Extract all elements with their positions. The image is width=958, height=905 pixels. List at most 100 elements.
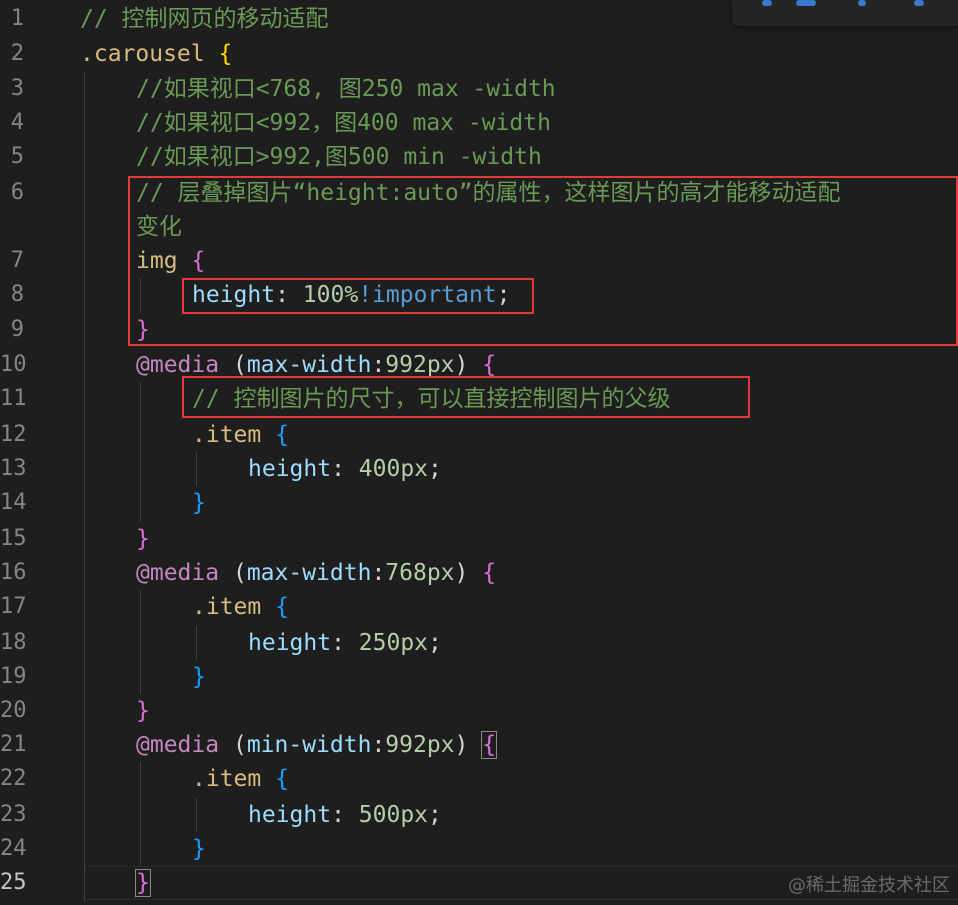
line-number: 2 [10,41,24,66]
line-number: 25 [0,870,27,895]
code-token: 250px [358,630,429,656]
line-code: } [192,660,206,694]
code-line[interactable]: 4 //如果视口<992，图400 max -width [0,106,958,140]
line-number: 3 [10,76,24,101]
code-line[interactable]: 12 .item { [0,418,958,452]
code-line[interactable]: 7 img { [0,244,958,278]
code-token: } [192,490,206,516]
code-token: height [248,630,332,656]
code-line[interactable]: 22 .item { [0,762,958,796]
code-token: height [248,456,332,482]
line-number: 17 [0,594,27,619]
widget-icon[interactable] [858,0,866,6]
line-code: height: 250px; [248,626,442,660]
code-line[interactable]: 21 @media (min-width:992px) { [0,728,958,762]
widget-icon[interactable] [762,0,772,6]
line-code: @media (max-width:768px) { [136,556,496,590]
code-token: } [136,317,150,343]
line-number: 10 [0,352,27,377]
line-number: 14 [0,490,27,515]
line-code: // 控制网页的移动适配 [80,2,329,36]
code-line[interactable]: 11 // 控制图片的尺寸，可以直接控制图片的父级 [0,382,958,416]
line-code: height: 500px; [248,798,442,832]
code-line[interactable]: 23 height: 500px; [0,798,958,832]
code-token: : [371,732,386,758]
code-token: ( [232,560,247,586]
floating-toolbar-widget[interactable] [732,0,958,26]
code-token: { [275,766,289,792]
code-token: { [482,560,497,586]
code-token: } [135,869,151,897]
code-line[interactable]: 3 //如果视口<768, 图250 max -width [0,72,958,106]
code-line[interactable]: 10 @media (max-width:992px) { [0,348,958,382]
widget-icon[interactable] [914,0,924,6]
code-editor[interactable]: 1 // 控制网页的移动适配 2 .carousel { 3 //如果视口<768, 图2… [0,0,958,905]
line-code: //如果视口>992,图500 min -width [136,140,542,174]
code-line[interactable]: 5 //如果视口>992,图500 min -width [0,140,958,174]
code-token: @media [136,560,220,586]
code-line[interactable]: 16 @media (max-width:768px) { [0,556,958,590]
code-line[interactable]: 19} [0,660,958,694]
line-number: 23 [0,802,27,827]
code-token: img [136,248,178,274]
code-token: : [331,456,359,482]
code-line[interactable]: 20} [0,694,958,728]
line-number: 18 [0,630,27,655]
line-number: 11 [0,386,27,411]
code-line[interactable]: 9} [0,313,958,347]
line-number: 7 [10,248,24,273]
line-number: 12 [0,422,27,447]
code-token: 992px [385,352,455,378]
code-line[interactable]: 24} [0,832,958,866]
line-number: 5 [10,144,24,169]
code-token: 992px [385,732,455,758]
line-number: 1 [10,6,24,31]
line-number: 16 [0,560,27,585]
code-token: { [191,248,206,274]
code-token: height [192,282,276,308]
code-token: height [248,802,332,828]
line-number: 9 [10,317,24,342]
line-code: height: 400px; [248,452,442,486]
code-token: //如果视口<768, 图250 max -width [136,76,556,102]
code-line[interactable]: 17 .item { [0,590,958,624]
code-token: ( [232,352,247,378]
code-token: @media [136,732,220,758]
line-number: 6 [10,180,24,205]
code-token: : [371,560,386,586]
line-number: 19 [0,664,27,689]
code-token: { [481,731,498,759]
code-line[interactable]: 2 .carousel { [0,37,958,71]
line-code: .item { [192,418,289,452]
code-token: ; [428,802,442,828]
line-number: 15 [0,526,27,551]
code-line[interactable]: 8 height: 100%!important; [0,278,958,312]
code-line[interactable]: 15} [0,522,958,556]
code-token: ( [232,732,247,758]
code-token: 100% [302,282,359,308]
code-token: : [371,352,386,378]
line-code: @media (min-width:992px) { [136,728,498,762]
widget-icon[interactable] [796,0,816,6]
code-line[interactable]: 18 height: 250px; [0,626,958,660]
line-code: .carousel { [80,37,232,71]
code-token: { [482,352,497,378]
line-number: 13 [0,456,27,481]
code-token: ) [454,560,469,586]
code-token: } [192,836,206,862]
code-line[interactable]: 14} [0,486,958,520]
code-token: //如果视口>992,图500 min -width [136,144,542,170]
code-token: { [275,594,289,620]
code-line[interactable]: 6 // 层叠掉图片“height:auto”的属性，这样图片的高才能移动适配 [0,176,958,210]
code-line[interactable]: 13 height: 400px; [0,452,958,486]
code-line[interactable]: 变化 [0,210,958,244]
code-token: ; [428,456,442,482]
line-code: //如果视口<992，图400 max -width [136,106,551,140]
code-token: .item [192,422,262,448]
code-token: !important [358,282,497,308]
line-code: //如果视口<768, 图250 max -width [136,72,556,106]
